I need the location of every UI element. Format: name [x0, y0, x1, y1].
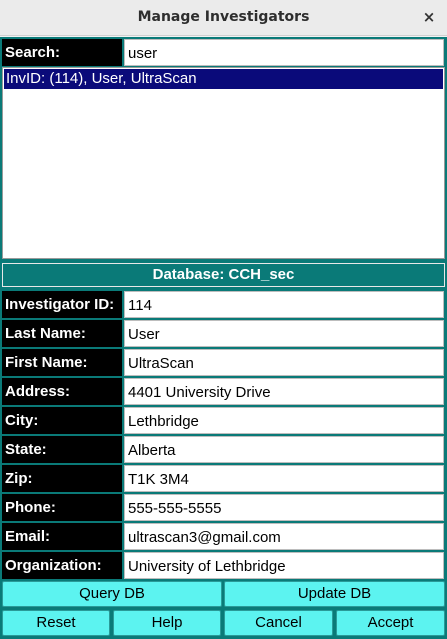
city-label: City: [2, 407, 122, 434]
close-icon[interactable]: × [421, 8, 437, 26]
reset-button[interactable]: Reset [2, 610, 110, 636]
phone-label: Phone: [2, 494, 122, 521]
email-field[interactable]: ultrascan3@gmail.com [124, 523, 444, 550]
search-label: Search: [2, 39, 122, 66]
city-field[interactable]: Lethbridge [124, 407, 444, 434]
window-title: Manage Investigators [137, 9, 310, 25]
investigator-id-field[interactable]: 114 [124, 291, 444, 318]
first-name-field[interactable]: UltraScan [124, 349, 444, 376]
zip-label: Zip: [2, 465, 122, 492]
main-panel: Search: user InvID: (114), User, UltraSc… [0, 37, 447, 639]
investigator-list[interactable]: InvID: (114), User, UltraScan [2, 67, 445, 259]
organization-label: Organization: [2, 552, 122, 579]
accept-button[interactable]: Accept [336, 610, 445, 636]
database-banner: Database: CCH_sec [2, 263, 445, 287]
cancel-button[interactable]: Cancel [224, 610, 333, 636]
query-db-button[interactable]: Query DB [2, 581, 222, 607]
state-label: State: [2, 436, 122, 463]
first-name-label: First Name: [2, 349, 122, 376]
last-name-field[interactable]: User [124, 320, 444, 347]
last-name-label: Last Name: [2, 320, 122, 347]
search-input[interactable]: user [124, 39, 444, 66]
investigator-id-label: Investigator ID: [2, 291, 122, 318]
address-label: Address: [2, 378, 122, 405]
title-bar: Manage Investigators × [0, 0, 447, 36]
state-field[interactable]: Alberta [124, 436, 444, 463]
help-button[interactable]: Help [113, 610, 221, 636]
address-field[interactable]: 4401 University Drive [124, 378, 444, 405]
update-db-button[interactable]: Update DB [224, 581, 445, 607]
phone-field[interactable]: 555-555-5555 [124, 494, 444, 521]
zip-field[interactable]: T1K 3M4 [124, 465, 444, 492]
list-item[interactable]: InvID: (114), User, UltraScan [4, 69, 443, 89]
organization-field[interactable]: University of Lethbridge [124, 552, 444, 579]
email-label: Email: [2, 523, 122, 550]
